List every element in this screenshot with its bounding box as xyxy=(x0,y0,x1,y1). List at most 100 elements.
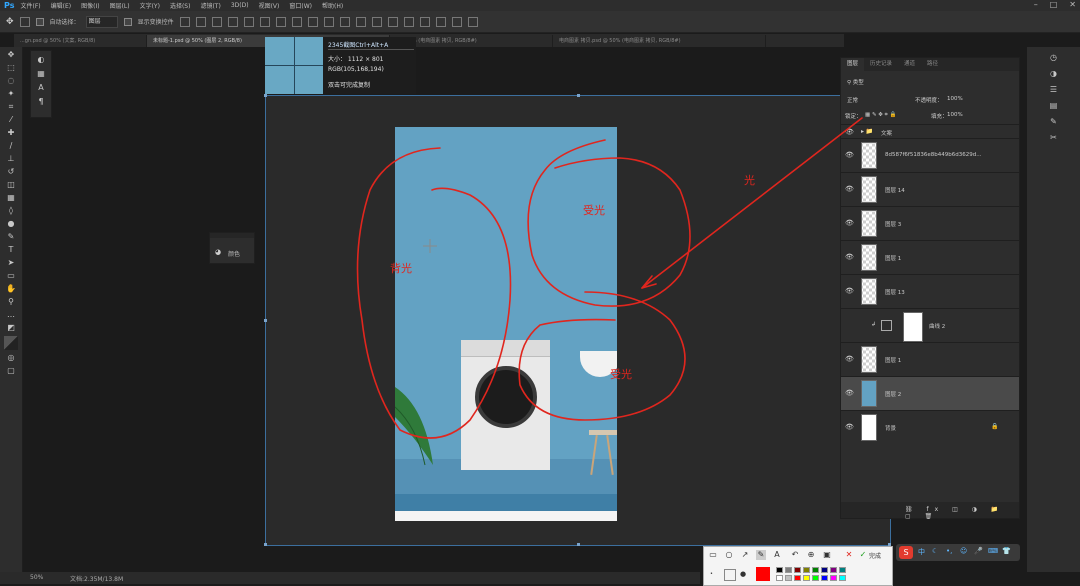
tab-channels[interactable]: 通道 xyxy=(898,58,921,71)
transform-handle[interactable] xyxy=(577,94,580,97)
history-brush-icon[interactable]: ↺ xyxy=(5,167,17,177)
palette-color[interactable] xyxy=(794,575,801,581)
keyboard-icon[interactable]: ⌨ xyxy=(988,547,998,557)
move-tool-icon[interactable]: ✥ xyxy=(6,17,14,27)
type-tool-icon[interactable]: T xyxy=(5,245,17,255)
more-tools-icon[interactable]: … xyxy=(5,310,17,320)
distribute-center-icon[interactable] xyxy=(339,16,350,27)
close-icon[interactable]: ✕ xyxy=(1069,0,1076,9)
paragraph-panel-icon[interactable]: ¶ xyxy=(36,97,46,107)
blur-tool-icon[interactable]: ◊ xyxy=(5,206,17,216)
history-panel-icon[interactable]: ◷ xyxy=(1048,53,1060,63)
visibility-icon[interactable]: 👁 xyxy=(845,219,855,227)
undo-icon[interactable]: ↶ xyxy=(790,550,800,560)
align-top-icon[interactable] xyxy=(179,16,190,27)
crop-tool-icon[interactable]: ⌗ xyxy=(5,102,17,112)
lock-icon[interactable]: ▦ ✎ ✥ ⌗ 🔒 xyxy=(865,112,896,119)
palette-color[interactable] xyxy=(821,567,828,573)
swatches-panel-icon[interactable]: ▦ xyxy=(36,69,46,79)
healing-brush-icon[interactable]: ✚ xyxy=(5,128,17,138)
default-colors-icon[interactable]: ◩ xyxy=(5,323,17,333)
layer-actions-icon[interactable]: ⛓ fx ◫ ◑ 📁 ▢ 🗑 xyxy=(905,506,1019,520)
menu-view[interactable]: 视图(V) xyxy=(259,1,280,10)
brush-tool-icon[interactable]: ∕ xyxy=(5,141,17,151)
palette-color[interactable] xyxy=(839,567,846,573)
screen-mode-icon[interactable]: ▢ xyxy=(5,366,17,376)
menu-edit[interactable]: 编辑(E) xyxy=(51,1,71,10)
3d-pan-icon[interactable] xyxy=(435,16,446,27)
menu-file[interactable]: 文件(F) xyxy=(20,1,40,10)
distribute-middle-icon[interactable] xyxy=(291,16,302,27)
layer-row[interactable]: 👁 ▸ 📁 文案 xyxy=(841,124,1019,138)
palette-color[interactable] xyxy=(839,575,846,581)
align-center-icon[interactable] xyxy=(243,16,254,27)
menu-3d[interactable]: 3D(D) xyxy=(231,2,249,9)
tab-doc-1[interactable]: ...gn.psd @ 50% (文案, RGB/8) xyxy=(14,35,147,47)
punctuation-icon[interactable]: •, xyxy=(946,547,956,557)
floating-panel-header[interactable] xyxy=(210,233,254,238)
menu-help[interactable]: 帮助(H) xyxy=(322,1,343,10)
skin-icon[interactable]: 👕 xyxy=(1002,547,1012,557)
visibility-icon[interactable]: 👁 xyxy=(845,355,855,363)
tab-paths[interactable]: 路径 xyxy=(921,58,944,71)
3d-roll-icon[interactable] xyxy=(419,16,430,27)
visibility-icon[interactable]: 👁 xyxy=(845,287,855,295)
align-right-icon[interactable] xyxy=(259,16,270,27)
palette-color[interactable] xyxy=(803,575,810,581)
visibility-icon[interactable]: 👁 xyxy=(845,423,855,431)
palette-color[interactable] xyxy=(785,567,792,573)
rectangle-tool-icon[interactable]: ▭ xyxy=(708,550,718,560)
marquee-tool-icon[interactable]: ⬚ xyxy=(5,63,17,73)
opacity-value[interactable]: 100% xyxy=(947,96,963,102)
brushes-panel-icon[interactable]: ✎ xyxy=(1048,117,1060,127)
pen-tool-icon[interactable]: ✎ xyxy=(756,550,766,560)
document-canvas[interactable] xyxy=(395,127,617,521)
floating-color-panel[interactable]: ◕ 颜色 xyxy=(209,232,255,264)
menu-image[interactable]: 图像(I) xyxy=(81,1,99,10)
palette-color[interactable] xyxy=(821,575,828,581)
menu-window[interactable]: 窗口(W) xyxy=(289,1,312,10)
3d-slide-icon[interactable] xyxy=(451,16,462,27)
eraser-icon[interactable]: ◫ xyxy=(5,180,17,190)
visibility-icon[interactable]: 👁 xyxy=(845,151,855,159)
color-panel-icon[interactable]: ◐ xyxy=(36,55,46,65)
current-color-swatch[interactable] xyxy=(756,567,770,581)
dodge-tool-icon[interactable]: ● xyxy=(5,219,17,229)
microphone-icon[interactable]: 🎤 xyxy=(974,547,984,557)
align-left-icon[interactable] xyxy=(227,16,238,27)
moon-icon[interactable]: ☾ xyxy=(932,547,942,557)
done-button[interactable]: 完成 xyxy=(869,551,881,560)
text-tool-icon[interactable]: A xyxy=(772,550,782,560)
auto-align-icon[interactable] xyxy=(371,16,382,27)
distribute-top-icon[interactable] xyxy=(275,16,286,27)
zoom-level[interactable]: 50% xyxy=(30,574,43,581)
fill-value[interactable]: 100% xyxy=(947,112,963,118)
transform-handle[interactable] xyxy=(577,543,580,546)
size-small-icon[interactable]: • xyxy=(710,571,713,577)
tools-extra-icon[interactable]: ✂ xyxy=(1048,133,1060,143)
layer-row[interactable]: 👁 8d587f6f51836e8b449b6d3629d... xyxy=(841,138,1019,172)
hand-tool-icon[interactable]: ✋ xyxy=(5,284,17,294)
auto-select-checkbox[interactable] xyxy=(35,17,44,26)
auto-select-dropdown[interactable]: 图层 xyxy=(85,15,118,28)
eyedropper-icon[interactable]: ⁄ xyxy=(5,115,17,125)
palette-color[interactable] xyxy=(785,575,792,581)
foreground-background-swatch[interactable] xyxy=(4,336,18,350)
3d-mode-icon[interactable] xyxy=(387,16,398,27)
clone-stamp-icon[interactable]: ⊥ xyxy=(5,154,17,164)
distribute-left-icon[interactable] xyxy=(323,16,334,27)
layer-row[interactable]: 👁 图层 14 xyxy=(841,172,1019,206)
visibility-icon[interactable]: 👁 xyxy=(845,128,855,136)
transform-handle[interactable] xyxy=(264,543,267,546)
layer-row[interactable]: 👁 图层 1 xyxy=(841,342,1019,376)
palette-color[interactable] xyxy=(830,567,837,573)
size-medium-icon[interactable] xyxy=(724,569,736,581)
show-transform-checkbox[interactable] xyxy=(123,17,132,26)
transform-handle[interactable] xyxy=(264,319,267,322)
palette-color[interactable] xyxy=(776,567,783,573)
lasso-tool-icon[interactable]: ◌ xyxy=(5,76,17,86)
emoji-icon[interactable]: ☺ xyxy=(960,547,970,557)
palette-color[interactable] xyxy=(776,575,783,581)
save-icon[interactable]: ▣ xyxy=(822,550,832,560)
distribute-bottom-icon[interactable] xyxy=(307,16,318,27)
